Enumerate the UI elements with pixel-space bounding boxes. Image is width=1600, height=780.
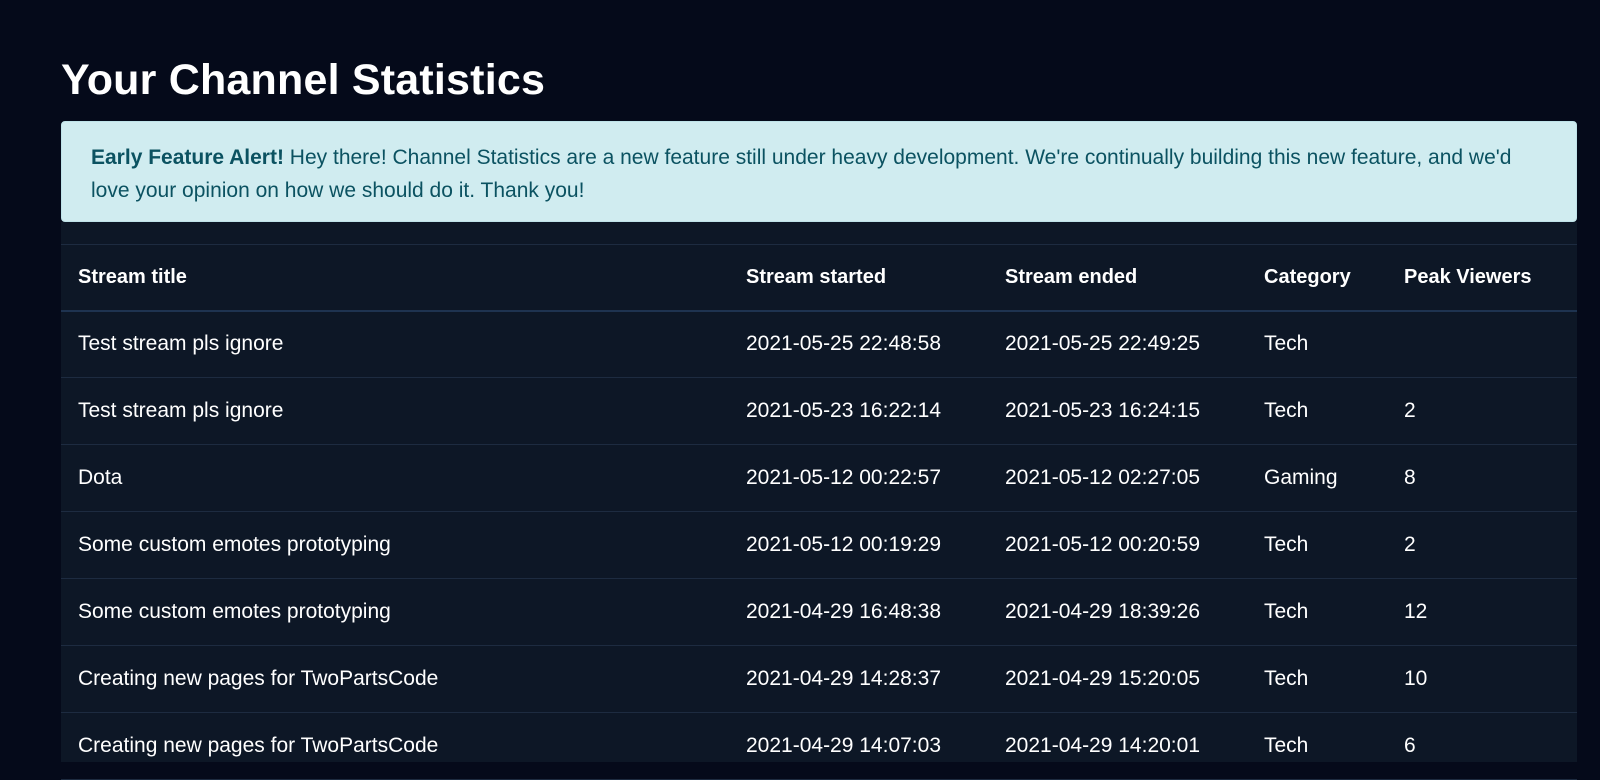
cell-peak-viewers: 10 — [1387, 645, 1577, 713]
page-title: Your Channel Statistics — [61, 56, 546, 104]
table-header-row: Stream title Stream started Stream ended… — [61, 244, 1577, 312]
alert-heading: Early Feature Alert! — [91, 146, 284, 169]
cell-stream-ended: 2021-04-29 18:39:26 — [988, 578, 1247, 646]
header-stream-started: Stream started — [729, 244, 988, 312]
cell-stream-title: Some custom emotes prototyping — [61, 511, 729, 579]
cell-stream-title: Test stream pls ignore — [61, 310, 729, 378]
alert-message: Hey there! Channel Statistics are a new … — [91, 146, 1512, 202]
cell-stream-title: Creating new pages for TwoPartsCode — [61, 712, 729, 780]
cell-stream-ended: 2021-05-25 22:49:25 — [988, 310, 1247, 378]
cell-category: Tech — [1247, 645, 1387, 713]
header-stream-ended: Stream ended — [988, 244, 1247, 312]
table-row: Some custom emotes prototyping 2021-05-1… — [61, 511, 1577, 579]
table-row: Some custom emotes prototyping 2021-04-2… — [61, 578, 1577, 646]
cell-peak-viewers: 8 — [1387, 444, 1577, 512]
cell-category: Tech — [1247, 578, 1387, 646]
cell-peak-viewers — [1387, 310, 1577, 378]
cell-category: Tech — [1247, 712, 1387, 780]
cell-stream-started: 2021-04-29 14:07:03 — [729, 712, 988, 780]
table-row: Creating new pages for TwoPartsCode 2021… — [61, 712, 1577, 780]
cell-category: Tech — [1247, 511, 1387, 579]
cell-stream-ended: 2021-04-29 14:20:01 — [988, 712, 1247, 780]
stream-statistics-table: Stream title Stream started Stream ended… — [61, 244, 1577, 780]
header-stream-title: Stream title — [61, 244, 729, 312]
early-feature-alert: Early Feature Alert! Hey there! Channel … — [61, 121, 1577, 222]
table-row: Test stream pls ignore 2021-05-25 22:48:… — [61, 310, 1577, 378]
cell-stream-started: 2021-04-29 16:48:38 — [729, 578, 988, 646]
cell-stream-started: 2021-05-23 16:22:14 — [729, 377, 988, 445]
cell-stream-ended: 2021-04-29 15:20:05 — [988, 645, 1247, 713]
cell-stream-started: 2021-05-25 22:48:58 — [729, 310, 988, 378]
cell-category: Gaming — [1247, 444, 1387, 512]
cell-peak-viewers: 12 — [1387, 578, 1577, 646]
table-header: Stream title Stream started Stream ended… — [61, 244, 1577, 312]
cell-category: Tech — [1247, 377, 1387, 445]
header-peak-viewers: Peak Viewers — [1387, 244, 1577, 312]
cell-stream-ended: 2021-05-12 02:27:05 — [988, 444, 1247, 512]
cell-category: Tech — [1247, 310, 1387, 378]
cell-stream-title: Creating new pages for TwoPartsCode — [61, 645, 729, 713]
cell-stream-title: Dota — [61, 444, 729, 512]
cell-stream-title: Some custom emotes prototyping — [61, 578, 729, 646]
table-row: Dota 2021-05-12 00:22:57 2021-05-12 02:2… — [61, 444, 1577, 512]
statistics-table-container: Stream title Stream started Stream ended… — [61, 222, 1577, 780]
cell-peak-viewers: 6 — [1387, 712, 1577, 780]
cell-stream-ended: 2021-05-23 16:24:15 — [988, 377, 1247, 445]
cell-stream-started: 2021-05-12 00:22:57 — [729, 444, 988, 512]
table-row: Test stream pls ignore 2021-05-23 16:22:… — [61, 377, 1577, 445]
cell-peak-viewers: 2 — [1387, 511, 1577, 579]
cell-stream-title: Test stream pls ignore — [61, 377, 729, 445]
cell-stream-started: 2021-05-12 00:19:29 — [729, 511, 988, 579]
table-row: Creating new pages for TwoPartsCode 2021… — [61, 645, 1577, 713]
table-body: Test stream pls ignore 2021-05-25 22:48:… — [61, 310, 1577, 780]
cell-stream-ended: 2021-05-12 00:20:59 — [988, 511, 1247, 579]
cell-peak-viewers: 2 — [1387, 377, 1577, 445]
header-category: Category — [1247, 244, 1387, 312]
cell-stream-started: 2021-04-29 14:28:37 — [729, 645, 988, 713]
